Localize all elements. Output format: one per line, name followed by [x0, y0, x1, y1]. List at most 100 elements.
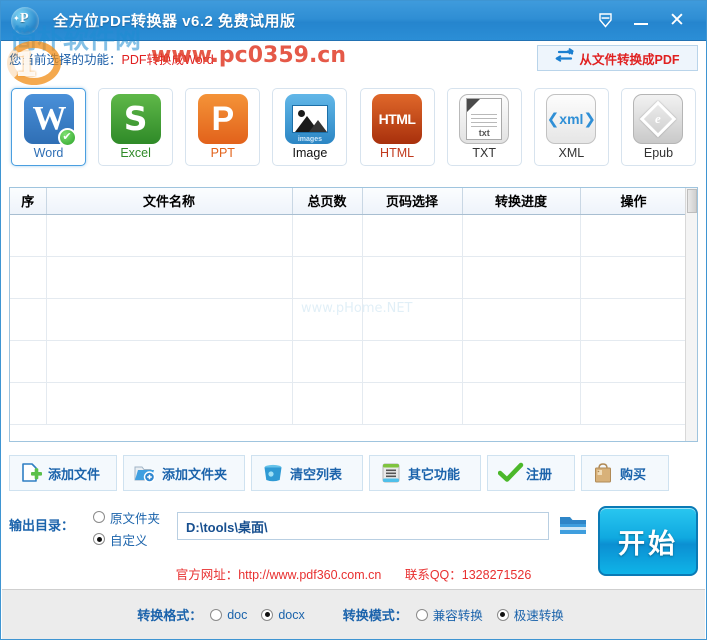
clear-list-label: 清空列表	[290, 466, 343, 482]
cell-pagecount	[292, 382, 363, 425]
image-icon: images	[284, 93, 335, 144]
radio-doc[interactable]	[210, 608, 223, 621]
add-folder-button[interactable]: 添加文件夹	[123, 455, 245, 491]
output-mode-original[interactable]: 原文件夹	[93, 506, 160, 528]
cell-pagerange	[362, 298, 463, 341]
table-row[interactable]	[10, 214, 697, 257]
register-button[interactable]: 注册	[487, 455, 575, 491]
format-button-ppt[interactable]: P PPT	[185, 87, 261, 166]
cell-operation	[580, 256, 688, 299]
cell-filename	[46, 382, 293, 425]
format-option-docx-label: docx	[278, 607, 305, 622]
folder-icon	[558, 517, 588, 543]
format-button-txt[interactable]: txt TXT	[446, 87, 522, 166]
radio-fast[interactable]	[496, 608, 509, 621]
other-functions-button[interactable]: 其它功能	[369, 455, 481, 491]
table-row[interactable]	[10, 340, 697, 383]
title-bar: ✦ P 全方位PDF转换器 v6.2 免费试用版 ✕	[1, 1, 706, 41]
table-row[interactable]	[10, 256, 697, 299]
action-toolbar: 添加文件 添加文件夹 清空列表 其它功能 注册 购买	[9, 453, 698, 493]
add-file-label: 添加文件	[48, 466, 101, 482]
current-function-value: PDF转换成Word	[121, 52, 214, 67]
add-file-button[interactable]: 添加文件	[9, 455, 117, 491]
current-function-bar: 您当前选择的功能： PDF转换成Word 从文件转换成PDF	[1, 42, 706, 74]
format-button-xml[interactable]: ❮ xml ❯ XML	[533, 87, 609, 166]
contact-qq: 联系QQ：1328271526	[404, 568, 532, 582]
format-label-html: HTML	[380, 145, 415, 160]
xml-icon-glyph: xml	[559, 110, 584, 127]
cell-pagecount	[292, 340, 363, 383]
format-button-html[interactable]: HTML HTML	[359, 87, 435, 166]
mode-option-label: 转换模式：	[342, 608, 408, 623]
cell-operation	[580, 382, 688, 425]
close-icon[interactable]: ✕	[660, 6, 694, 36]
table-header-row: 序 文件名称 总页数 页码选择 转换进度 操作	[10, 188, 697, 215]
cell-pagecount	[292, 298, 363, 341]
trash-icon	[262, 462, 284, 484]
cell-pagecount	[292, 256, 363, 299]
format-option-docx[interactable]: docx	[261, 607, 305, 622]
output-mode-custom-label: 自定义	[110, 533, 148, 548]
format-option-doc[interactable]: doc	[210, 608, 247, 622]
column-header-pagerange[interactable]: 页码选择	[362, 188, 463, 215]
format-button-epub[interactable]: e Epub	[620, 87, 696, 166]
column-header-operation[interactable]: 操作	[580, 188, 688, 215]
browse-folder-button[interactable]	[558, 513, 588, 539]
convert-to-pdf-label: 从文件转换成PDF	[579, 52, 680, 67]
other-functions-label: 其它功能	[408, 466, 461, 482]
radio-docx[interactable]	[261, 608, 274, 621]
cell-pagecount	[292, 214, 363, 257]
tray-down-icon[interactable]	[588, 6, 622, 36]
excel-icon: S	[110, 93, 161, 144]
excel-icon-glyph: S	[123, 99, 148, 138]
other-functions-icon	[380, 462, 402, 484]
output-mode-original-label: 原文件夹	[110, 511, 161, 526]
mode-option-fast[interactable]: 极速转换	[496, 605, 564, 624]
format-button-image[interactable]: images Image	[272, 87, 348, 166]
image-icon-glyph: images	[297, 135, 322, 143]
format-label-epub: Epub	[643, 145, 674, 160]
vertical-scrollbar[interactable]	[685, 188, 697, 441]
cell-index	[10, 382, 47, 425]
epub-icon-glyph: e	[655, 110, 662, 126]
table-row[interactable]	[10, 298, 697, 341]
convert-to-pdf-button[interactable]: 从文件转换成PDF	[537, 45, 698, 71]
cell-operation	[580, 298, 688, 341]
output-path-input[interactable]	[177, 512, 549, 540]
mode-option-compatible[interactable]: 兼容转换	[415, 605, 483, 624]
scrollbar-thumb[interactable]	[687, 189, 697, 213]
table-row[interactable]	[10, 382, 697, 425]
radio-original-folder[interactable]	[93, 511, 105, 523]
column-header-index[interactable]: 序	[10, 188, 47, 215]
mode-option-fast-label: 极速转换	[513, 609, 564, 623]
cell-operation	[580, 340, 688, 383]
output-mode-custom[interactable]: 自定义	[93, 528, 160, 550]
column-header-progress[interactable]: 转换进度	[462, 188, 581, 215]
clear-list-button[interactable]: 清空列表	[251, 455, 363, 491]
format-label-xml: XML	[558, 145, 585, 160]
cell-progress	[462, 256, 581, 299]
purchase-button[interactable]: 购买	[581, 455, 669, 491]
txt-icon-glyph: txt	[478, 127, 490, 138]
format-label-image: Image	[292, 145, 328, 160]
radio-custom-folder[interactable]	[93, 533, 105, 545]
cell-index	[10, 214, 47, 257]
format-label-excel: Excel	[120, 145, 151, 160]
minimize-icon[interactable]	[624, 6, 658, 36]
word-icon: W ✔	[23, 93, 77, 147]
register-label: 注册	[526, 466, 553, 482]
cell-operation	[580, 214, 688, 257]
add-folder-label: 添加文件夹	[162, 466, 228, 482]
selected-check-icon: ✔	[57, 127, 77, 147]
format-button-excel[interactable]: S Excel	[98, 87, 174, 166]
window-title: 全方位PDF转换器 v6.2 免费试用版	[53, 13, 296, 30]
format-button-word[interactable]: W ✔ Word	[11, 87, 86, 166]
cell-filename	[46, 214, 293, 257]
radio-compatible[interactable]	[415, 608, 428, 621]
epub-icon: e	[633, 93, 684, 144]
format-label-ppt: PPT	[210, 145, 235, 160]
column-header-pagecount[interactable]: 总页数	[292, 188, 363, 215]
ppt-icon: P	[197, 93, 248, 144]
column-header-filename[interactable]: 文件名称	[46, 188, 293, 215]
format-label-txt: TXT	[472, 145, 496, 160]
